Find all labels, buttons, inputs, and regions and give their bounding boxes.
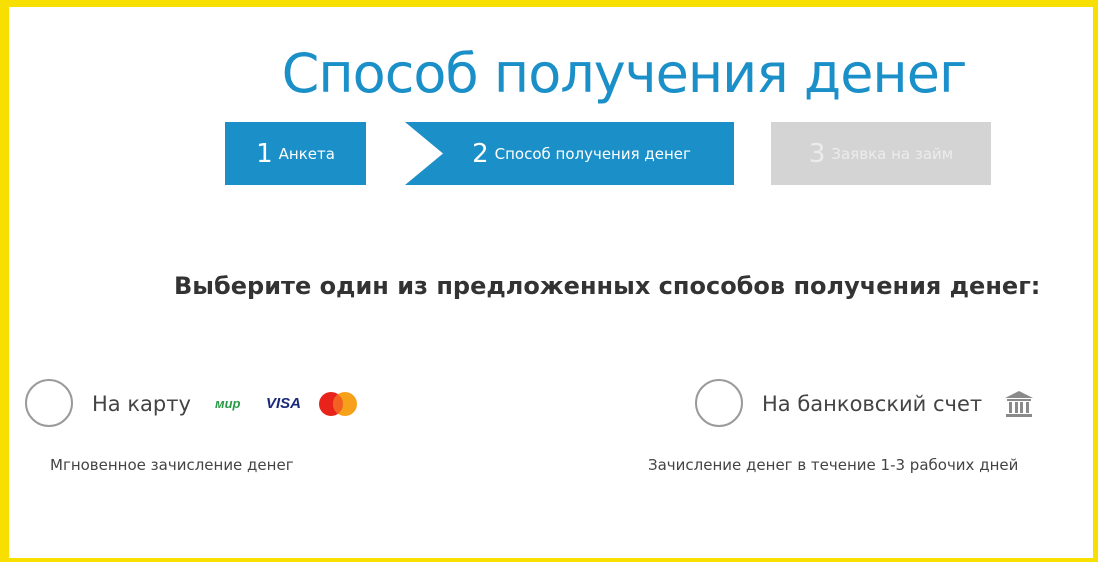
card-option-label[interactable]: На карту: [92, 392, 191, 416]
bank-building-icon: [1005, 391, 1033, 417]
step-2-payout-method[interactable]: 2 Способ получения денег: [405, 122, 734, 185]
step-label: Анкета: [278, 144, 335, 163]
visa-logo-icon: VISA: [266, 395, 302, 412]
section-heading: Выберите один из предложенных способов п…: [174, 272, 1041, 300]
step-label: Заявка на займ: [831, 144, 954, 163]
step-number: 1: [256, 138, 273, 169]
step-1-questionnaire[interactable]: 1 Анкета: [225, 122, 366, 185]
mir-logo-icon: мир: [215, 396, 241, 411]
step-label: Способ получения денег: [494, 144, 691, 163]
bank-option-label[interactable]: На банковский счет: [762, 392, 982, 416]
mastercard-logo-icon: [319, 392, 357, 416]
page-title: Способ получения денег: [281, 42, 968, 105]
step-number: 2: [472, 138, 489, 169]
step-3-loan-request: 3 Заявка на займ: [771, 122, 991, 185]
step-number: 3: [808, 138, 826, 169]
bank-option-radio[interactable]: [695, 379, 743, 427]
bank-option-description: Зачисление денег в течение 1-3 рабочих д…: [648, 456, 1019, 474]
card-option-radio[interactable]: [25, 379, 73, 427]
card-option-description: Мгновенное зачисление денег: [50, 456, 294, 474]
